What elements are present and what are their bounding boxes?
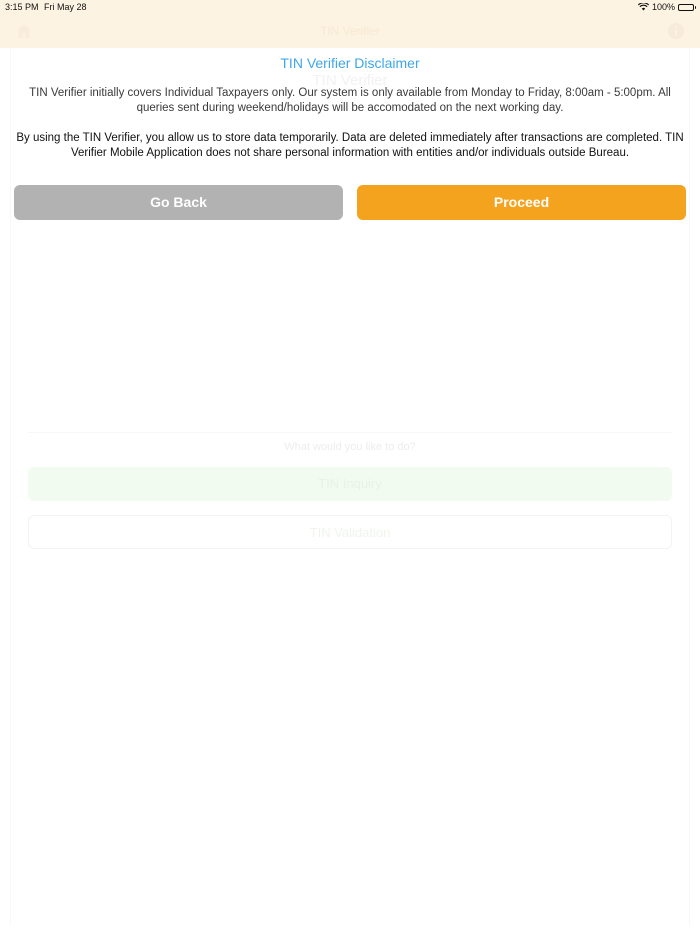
background-edge-right	[689, 48, 690, 926]
nav-bar: TIN Verifier	[0, 14, 700, 48]
disclaimer-title: TIN Verifier Disclaimer	[280, 55, 420, 71]
tin-validation-button: TIN Validation	[28, 515, 672, 549]
background-content: TIN Verifier What would you like to do? …	[0, 48, 700, 934]
status-date: Fri May 28	[44, 2, 87, 12]
battery-icon	[678, 3, 696, 11]
background-edge-left	[10, 48, 11, 926]
disclaimer-paragraph-availability: TIN Verifier initially covers Individual…	[29, 87, 671, 114]
disclaimer-paragraph-privacy: By using the TIN Verifier, you allow us …	[16, 132, 684, 159]
wifi-icon	[637, 3, 649, 11]
status-bar: 3:15 PM Fri May 28 100%	[0, 0, 700, 14]
status-right-group: 100%	[637, 2, 696, 12]
status-time: 3:15 PM	[5, 2, 39, 12]
background-question: What would you like to do?	[28, 432, 672, 460]
app-screen: 3:15 PM Fri May 28 100% TIN Verifier TIN…	[0, 0, 700, 934]
tin-inquiry-button: TIN Inquiry	[28, 467, 672, 501]
go-back-button[interactable]: Go Back	[14, 185, 343, 220]
proceed-button[interactable]: Proceed	[357, 185, 686, 220]
nav-title: TIN Verifier	[319, 24, 380, 38]
battery-percent: 100%	[651, 2, 675, 12]
info-icon[interactable]	[667, 22, 685, 40]
